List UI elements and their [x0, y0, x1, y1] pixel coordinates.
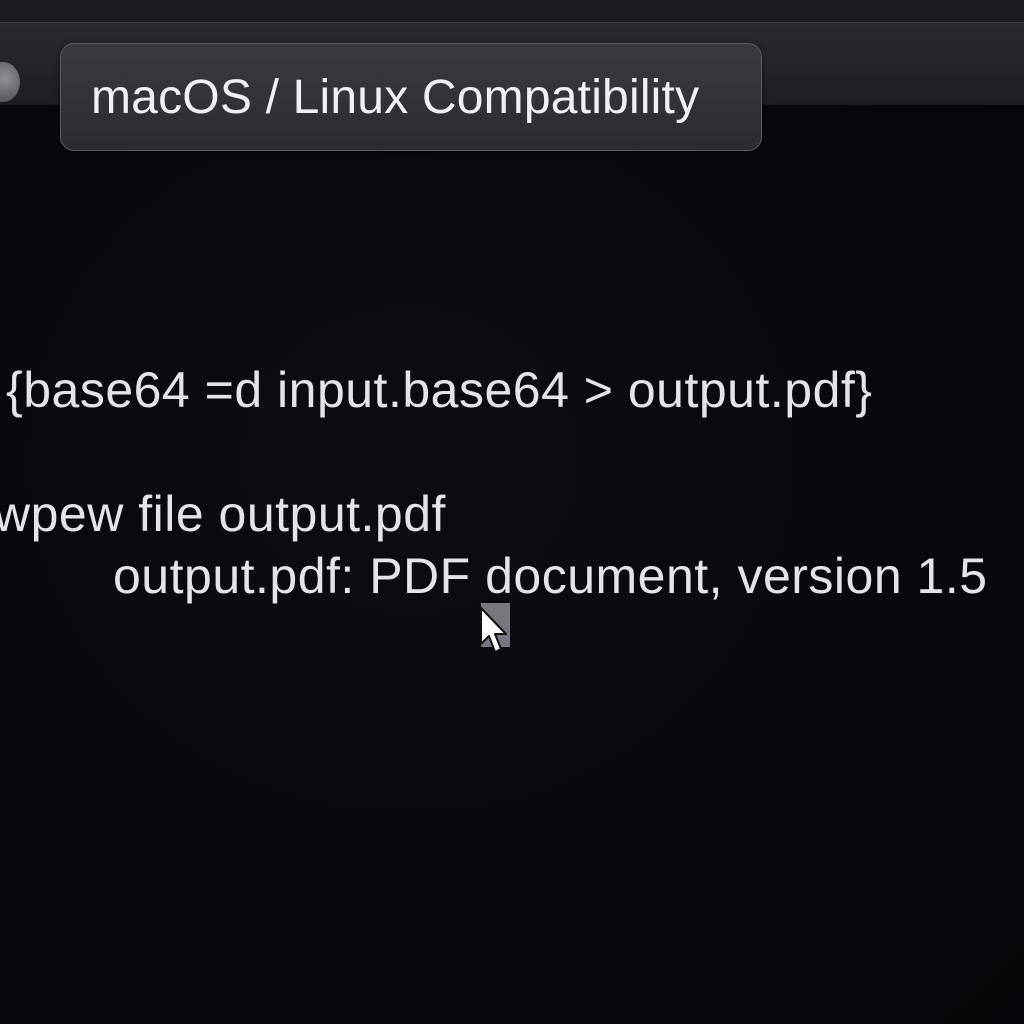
tab-active[interactable]: macOS / Linux Compatibility: [60, 43, 762, 151]
mouse-pointer-icon: [480, 607, 507, 653]
window-control-button[interactable]: [0, 62, 20, 102]
terminal-command-line: {base64 =d input.base64 > output.pdf}: [6, 362, 873, 418]
title-bar-top-edge: [0, 0, 1024, 23]
title-bar: macOS / Linux Compatibility: [0, 0, 1024, 151]
terminal-command-line: wpew file output.pdf: [0, 486, 446, 542]
terminal-window: macOS / Linux Compatibility {base64 =d i…: [0, 0, 1024, 1024]
tab-label: macOS / Linux Compatibility: [91, 71, 700, 124]
terminal-output-line: output.pdf: PDF document, version 1.5: [113, 548, 988, 604]
